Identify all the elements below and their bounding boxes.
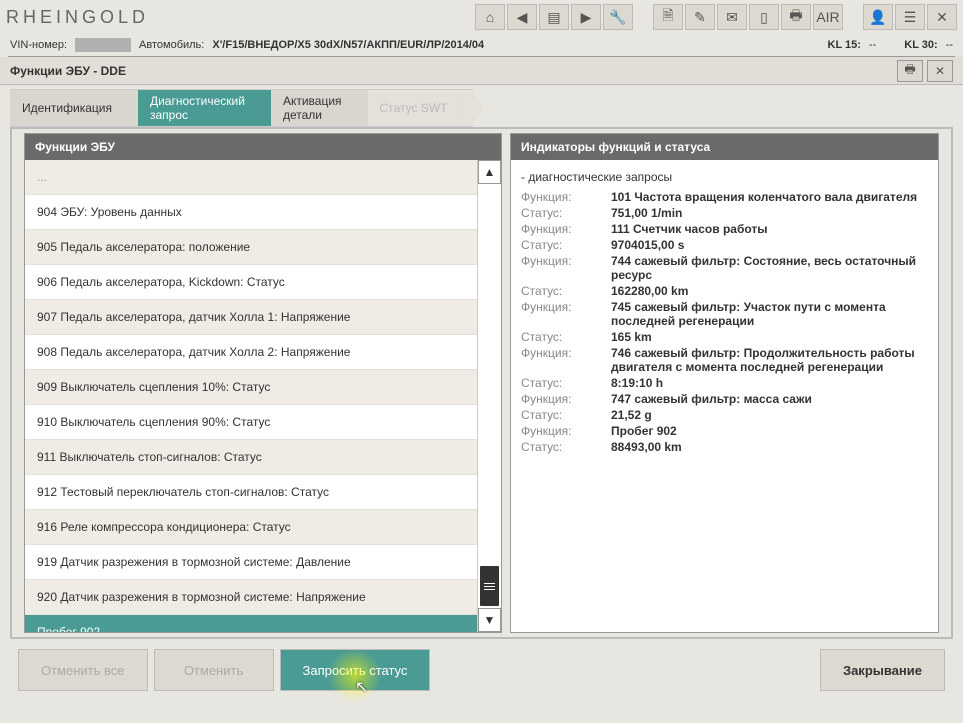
kl15-label: KL 15:	[828, 39, 861, 51]
scroll-track[interactable]	[478, 184, 501, 608]
kl30-label: KL 30:	[904, 39, 937, 51]
vehicle-label: Автомобиль:	[139, 39, 204, 51]
status-value: 9704015,00 s	[611, 238, 928, 252]
device-icon[interactable]: ▯	[749, 4, 779, 30]
back-icon[interactable]: ◀	[507, 4, 537, 30]
function-row[interactable]: 912 Тестовый переключатель стоп-сигналов…	[25, 475, 477, 510]
status-label: Статус:	[521, 440, 611, 454]
status-label: Статус:	[521, 330, 611, 344]
status-body: - диагностические запросы Функция:101 Ча…	[511, 160, 938, 632]
tab-3: Статус SWT	[368, 89, 474, 127]
function-row[interactable]: 907 Педаль акселератора, датчик Холла 1:…	[25, 300, 477, 335]
vehicle-info-bar: VIN-номер: Автомобиль: X'/F15/ВНЕДОР/X5 …	[0, 34, 963, 56]
tab-2[interactable]: Активация детали	[271, 89, 368, 127]
functions-list: ...904 ЭБУ: Уровень данных905 Педаль акс…	[25, 160, 477, 632]
status-label: Статус:	[521, 206, 611, 220]
func-value: 745 сажевый фильтр: Участок пути с момен…	[611, 300, 928, 328]
function-row[interactable]: 906 Педаль акселератора, Kickdown: Стату…	[25, 265, 477, 300]
function-row[interactable]: 920 Датчик разрежения в тормозной систем…	[25, 580, 477, 615]
module-icon[interactable]: ▤	[539, 4, 569, 30]
func-value: Пробег 902	[611, 424, 928, 438]
tab-0[interactable]: Идентификация	[10, 89, 138, 127]
tab-1[interactable]: Диагностический запрос	[138, 89, 271, 127]
top-toolbar: RHEINGOLD ⌂◀▤▶🔧 🗎✎✉▯🖶AIR 👤☰✕	[0, 0, 963, 34]
forward-icon[interactable]: ▶	[571, 4, 601, 30]
status-label: Статус:	[521, 376, 611, 390]
mail-icon[interactable]: ✉	[717, 4, 747, 30]
status-label: Статус:	[521, 284, 611, 298]
func-value: 111 Счетчик часов работы	[611, 222, 928, 236]
status-value: 162280,00 km	[611, 284, 928, 298]
bottom-button-bar: Отменить все Отменить Запросить статус ↖…	[0, 639, 963, 701]
printer-icon[interactable]: 🖶	[781, 4, 811, 30]
scroll-up-icon[interactable]: ▲	[478, 160, 501, 184]
function-row[interactable]: 905 Педаль акселератора: положение	[25, 230, 477, 265]
status-panel: Индикаторы функций и статуса - диагности…	[510, 133, 939, 633]
vin-label: VIN-номер:	[10, 39, 67, 51]
function-row[interactable]: 919 Датчик разрежения в тормозной систем…	[25, 545, 477, 580]
function-row[interactable]: 908 Педаль акселератора, датчик Холла 2:…	[25, 335, 477, 370]
func-label: Функция:	[521, 346, 611, 374]
app-logo: RHEINGOLD	[6, 7, 206, 28]
status-value: 8:19:10 h	[611, 376, 928, 390]
status-value: 21,52 g	[611, 408, 928, 422]
home-icon[interactable]: ⌂	[475, 4, 505, 30]
cancel-button[interactable]: Отменить	[154, 649, 274, 691]
functions-panel: Функции ЭБУ ...904 ЭБУ: Уровень данных90…	[24, 133, 502, 633]
close-window-icon[interactable]: ✕	[927, 60, 953, 82]
tab-bar: ИдентификацияДиагностический запросАктив…	[0, 85, 963, 127]
doc-icon[interactable]: 🗎	[653, 4, 683, 30]
eraser-icon[interactable]: ✎	[685, 4, 715, 30]
status-value: 165 km	[611, 330, 928, 344]
func-label: Функция:	[521, 300, 611, 328]
func-label: Функция:	[521, 424, 611, 438]
function-row[interactable]: 911 Выключатель стоп-сигналов: Статус	[25, 440, 477, 475]
function-row[interactable]: Пробег 902	[25, 615, 477, 632]
func-value: 744 сажевый фильтр: Состояние, весь оста…	[611, 254, 928, 282]
cancel-all-button[interactable]: Отменить все	[18, 649, 148, 691]
request-status-button[interactable]: Запросить статус ↖	[280, 649, 431, 691]
func-label: Функция:	[521, 254, 611, 282]
functions-header: Функции ЭБУ	[25, 134, 501, 160]
kl30-value: --	[946, 39, 953, 51]
request-status-label: Запросить статус	[303, 663, 408, 678]
func-label: Функция:	[521, 392, 611, 406]
function-row[interactable]: 916 Реле компрессора кондиционера: Стату…	[25, 510, 477, 545]
window-header: Функции ЭБУ - DDE 🖶 ✕	[0, 57, 963, 85]
vehicle-value: X'/F15/ВНЕДОР/X5 30dX/N57/АКПП/EUR/ЛР/20…	[212, 39, 484, 51]
status-header: Индикаторы функций и статуса	[511, 134, 938, 160]
function-row[interactable]: 910 Выключатель сцепления 90%: Статус	[25, 405, 477, 440]
window-title: Функции ЭБУ - DDE	[10, 64, 126, 78]
func-label: Функция:	[521, 190, 611, 204]
scrollbar[interactable]: ▲ ▼	[477, 160, 501, 632]
status-value: 751,00 1/min	[611, 206, 928, 220]
func-label: Функция:	[521, 222, 611, 236]
func-value: 746 сажевый фильтр: Продолжительность ра…	[611, 346, 928, 374]
main-content: Функции ЭБУ ...904 ЭБУ: Уровень данных90…	[10, 127, 953, 639]
wrench-icon[interactable]: 🔧	[603, 4, 633, 30]
func-value: 101 Частота вращения коленчатого вала дв…	[611, 190, 928, 204]
scroll-thumb[interactable]	[480, 566, 499, 606]
print-icon[interactable]: 🖶	[897, 60, 923, 82]
vin-value-redacted	[75, 38, 131, 52]
func-value: 747 сажевый фильтр: масса сажи	[611, 392, 928, 406]
close-button[interactable]: Закрывание	[820, 649, 945, 691]
close-icon[interactable]: ✕	[927, 4, 957, 30]
status-label: Статус:	[521, 408, 611, 422]
function-row[interactable]: ...	[25, 160, 477, 195]
function-row[interactable]: 904 ЭБУ: Уровень данных	[25, 195, 477, 230]
scroll-down-icon[interactable]: ▼	[478, 608, 501, 632]
worker-icon[interactable]: 👤	[863, 4, 893, 30]
kl15-value: --	[869, 39, 876, 51]
function-row[interactable]: 909 Выключатель сцепления 10%: Статус	[25, 370, 477, 405]
status-value: 88493,00 km	[611, 440, 928, 454]
cursor-icon: ↖	[355, 677, 368, 697]
air-icon[interactable]: AIR	[813, 4, 843, 30]
list-icon[interactable]: ☰	[895, 4, 925, 30]
status-section-title: - диагностические запросы	[521, 170, 928, 184]
status-label: Статус:	[521, 238, 611, 252]
